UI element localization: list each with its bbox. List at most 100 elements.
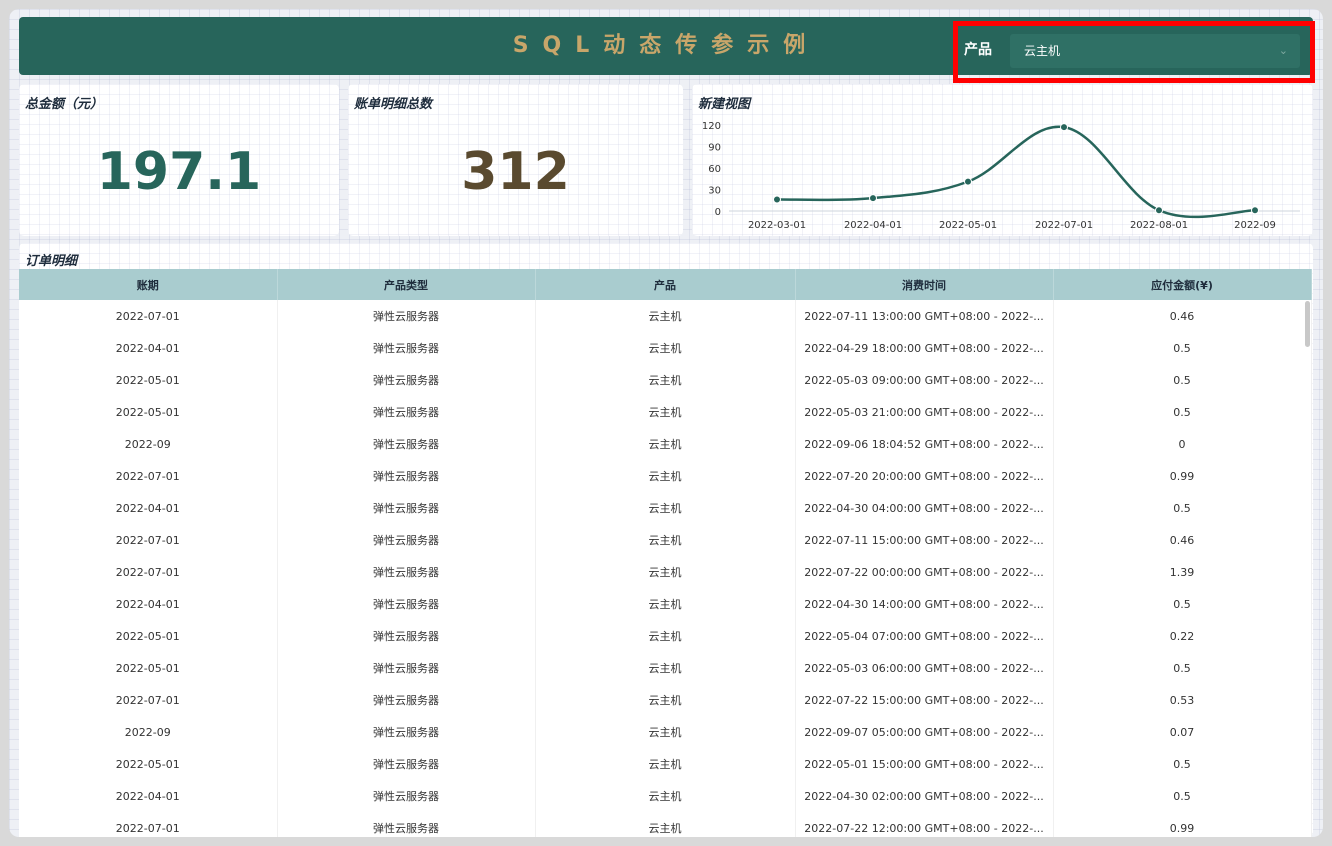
y-tick-label: 60 [708,164,721,175]
table-cell: 2022-04-30 02:00:00 GMT+08:00 - 2022-... [795,780,1054,812]
table-cell: 云主机 [535,460,796,492]
table-cell: 弹性云服务器 [277,652,536,684]
table-cell: 云主机 [535,812,796,837]
table-cell: 云主机 [535,748,796,780]
kpi-value: 312 [461,142,570,202]
y-tick-label: 30 [708,186,721,197]
table-cell: 弹性云服务器 [277,364,536,396]
table-row[interactable]: 2022-04-01 弹性云服务器 云主机 2022-04-30 02:00:00 G… [19,780,1312,812]
table-cell: 0.5 [1053,588,1312,620]
table-cell: 弹性云服务器 [277,748,536,780]
table-cell: 0.5 [1053,364,1312,396]
table-cell: 弹性云服务器 [277,524,536,556]
table-header-row: 账期 产品类型 产品 消费时间 应付金额(¥) [19,269,1312,300]
column-header[interactable]: 产品 [535,269,796,300]
table-cell: 云主机 [535,652,796,684]
kpi-card-total-amount: 总金额（元） 197.1 [19,84,339,236]
table-cell: 2022-04-29 18:00:00 GMT+08:00 - 2022-... [795,332,1054,364]
line-chart: 0 30 60 90 120 2022-03-01 2022-04-01 2022-05-01… [702,121,1300,231]
table-row[interactable]: 2022-07-01 弹性云服务器 云主机 2022-07-11 15:00:00 G… [19,524,1312,556]
table-cell: 2022-05-03 06:00:00 GMT+08:00 - 2022-... [795,652,1054,684]
table-row[interactable]: 2022-09 弹性云服务器 云主机 2022-09-06 18:04:52 GMT+… [19,428,1312,460]
table-row[interactable]: 2022-09 弹性云服务器 云主机 2022-09-07 05:00:00 GMT+… [19,716,1312,748]
table-row[interactable]: 2022-05-01 弹性云服务器 云主机 2022-05-03 06:00:00 G… [19,652,1312,684]
table-cell: 2022-07-01 [19,524,278,556]
table-cell: 2022-05-03 21:00:00 GMT+08:00 - 2022-... [795,396,1054,428]
table-cell: 云主机 [535,620,796,652]
table-cell: 弹性云服务器 [277,428,536,460]
table-cell: 2022-04-01 [19,780,278,812]
table-cell: 弹性云服务器 [277,460,536,492]
table-cell: 2022-09-07 05:00:00 GMT+08:00 - 2022-... [795,716,1054,748]
table-cell: 2022-05-03 09:00:00 GMT+08:00 - 2022-... [795,364,1054,396]
x-tick-label: 2022-08-01 [1130,220,1188,231]
table-cell: 0.5 [1053,332,1312,364]
table-cell: 云主机 [535,556,796,588]
x-tick-label: 2022-04-01 [844,220,902,231]
table-cell: 2022-07-11 15:00:00 GMT+08:00 - 2022-... [795,524,1054,556]
table-cell: 0.5 [1053,748,1312,780]
kpi-value: 197.1 [96,142,262,202]
table-cell: 0 [1053,428,1312,460]
table-cell: 弹性云服务器 [277,588,536,620]
table-row[interactable]: 2022-07-01 弹性云服务器 云主机 2022-07-22 12:00:00 G… [19,812,1312,837]
table-cell: 2022-09-06 18:04:52 GMT+08:00 - 2022-... [795,428,1054,460]
table-cell: 弹性云服务器 [277,396,536,428]
column-header[interactable]: 产品类型 [277,269,536,300]
x-tick-label: 2022-05-01 [939,220,997,231]
table-cell: 弹性云服务器 [277,300,536,332]
product-filter-value: 云主机 [1024,44,1061,58]
table-row[interactable]: 2022-04-01 弹性云服务器 云主机 2022-04-30 14:00:00 G… [19,588,1312,620]
table-cell: 弹性云服务器 [277,620,536,652]
table-cell: 2022-07-01 [19,460,278,492]
table-row[interactable]: 2022-05-01 弹性云服务器 云主机 2022-05-03 21:00:00 G… [19,396,1312,428]
table-cell: 2022-07-01 [19,300,278,332]
table-cell: 0.22 [1053,620,1312,652]
table-cell: 0.5 [1053,492,1312,524]
table-cell: 0.53 [1053,684,1312,716]
table-row[interactable]: 2022-07-01 弹性云服务器 云主机 2022-07-20 20:00:00 G… [19,460,1312,492]
data-point [773,195,781,204]
x-tick-label: 2022-07-01 [1035,220,1093,231]
data-point [1060,123,1068,132]
table-row[interactable]: 2022-07-01 弹性云服务器 云主机 2022-07-22 00:00:00 G… [19,556,1312,588]
table-cell: 2022-07-01 [19,812,278,837]
table-cell: 0.46 [1053,524,1312,556]
table-cell: 0.07 [1053,716,1312,748]
table-cell: 2022-07-22 00:00:00 GMT+08:00 - 2022-... [795,556,1054,588]
table-cell: 云主机 [535,684,796,716]
table-cell: 弹性云服务器 [277,716,536,748]
table-row[interactable]: 2022-05-01 弹性云服务器 云主机 2022-05-03 09:00:00 G… [19,364,1312,396]
table-cell: 2022-05-01 15:00:00 GMT+08:00 - 2022-... [795,748,1054,780]
data-point [869,194,877,203]
table-row[interactable]: 2022-07-01 弹性云服务器 云主机 2022-07-11 13:00:00 G… [19,300,1312,332]
table-cell: 弹性云服务器 [277,492,536,524]
column-header[interactable]: 应付金额(¥) [1053,269,1312,300]
x-tick-label: 2022-09 [1234,220,1276,231]
column-header[interactable]: 消费时间 [795,269,1054,300]
data-point [1155,206,1163,215]
table-cell: 2022-05-01 [19,396,278,428]
column-header[interactable]: 账期 [19,269,278,300]
table-cell: 2022-04-01 [19,332,278,364]
table-scrollbar[interactable] [1305,301,1310,347]
table-row[interactable]: 2022-04-01 弹性云服务器 云主机 2022-04-30 04:00:00 G… [19,492,1312,524]
table-cell: 云主机 [535,780,796,812]
table-cell: 0.99 [1053,812,1312,837]
product-filter-label: 产品 [964,42,992,58]
table-cell: 0.5 [1053,396,1312,428]
table-row[interactable]: 2022-07-01 弹性云服务器 云主机 2022-07-22 15:00:00 G… [19,684,1312,716]
header-bar: SQL动态传参示例 产品 云主机 ⌄ [19,17,1315,83]
table-cell: 2022-04-30 14:00:00 GMT+08:00 - 2022-... [795,588,1054,620]
table-cell: 云主机 [535,300,796,332]
table-cell: 云主机 [535,716,796,748]
table-cell: 1.39 [1053,556,1312,588]
y-tick-label: 120 [702,121,721,132]
product-filter-select[interactable]: 云主机 ⌄ [1010,34,1300,68]
chevron-down-icon: ⌄ [1278,44,1288,57]
table-cell: 弹性云服务器 [277,780,536,812]
table-row[interactable]: 2022-05-01 弹性云服务器 云主机 2022-05-01 15:00:00 G… [19,748,1312,780]
table-row[interactable]: 2022-04-01 弹性云服务器 云主机 2022-04-29 18:00:00 G… [19,332,1312,364]
table-cell: 2022-05-04 07:00:00 GMT+08:00 - 2022-... [795,620,1054,652]
table-row[interactable]: 2022-05-01 弹性云服务器 云主机 2022-05-04 07:00:00 G… [19,620,1312,652]
